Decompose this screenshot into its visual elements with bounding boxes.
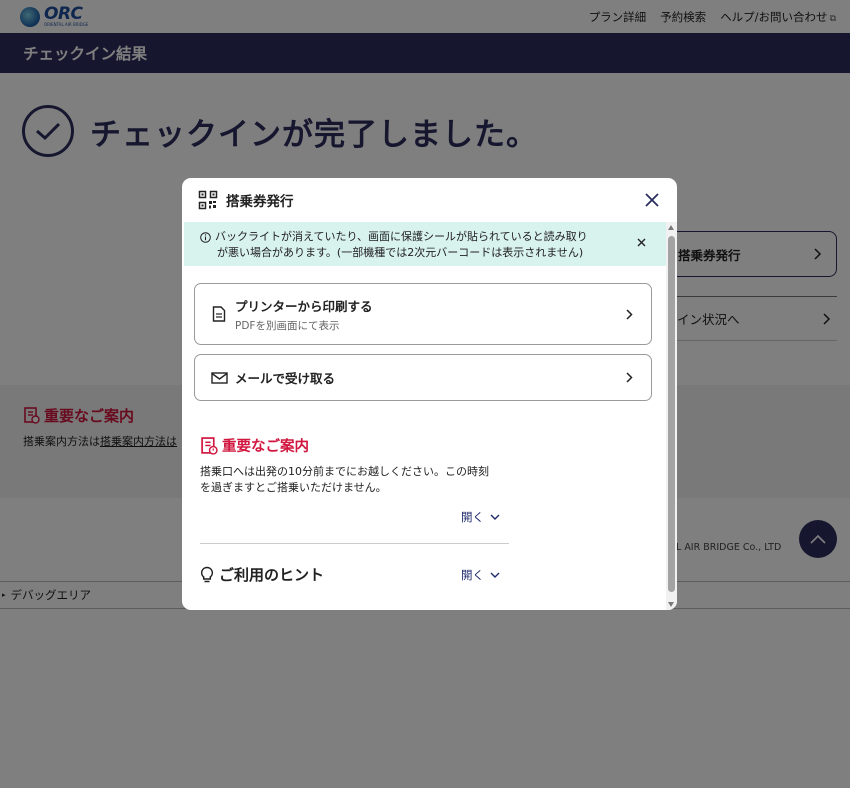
mail-icon	[209, 371, 229, 384]
modal-header: 搭乗券発行	[182, 178, 677, 222]
print-option-button[interactable]: プリンターから印刷する PDFを別画面にて表示	[194, 283, 652, 345]
email-option-label: メールで受け取る	[235, 371, 336, 386]
scroll-down-arrow-icon[interactable]	[668, 602, 674, 607]
important-notice-title: 重要なご案内	[222, 439, 309, 455]
modal-title: 搭乗券発行	[226, 194, 294, 210]
important-expand-toggle[interactable]: 開く	[461, 509, 500, 525]
close-icon	[637, 238, 645, 246]
scrollbar-thumb[interactable]	[668, 236, 675, 592]
usage-hints-title: ご利用のヒント	[219, 566, 325, 584]
modal-close-button[interactable]	[641, 189, 663, 211]
lightbulb-icon	[200, 566, 214, 582]
email-option-button[interactable]: メールで受け取る	[194, 354, 652, 401]
section-divider	[200, 543, 509, 544]
chevron-right-icon	[626, 308, 633, 320]
scroll-up-arrow-icon[interactable]	[668, 225, 674, 230]
print-option-label: プリンターから印刷する	[235, 298, 373, 314]
notice-text-line-1: バックライトが消えていたり、画面に保護シールが貼られていると読み取り	[215, 230, 588, 243]
chevron-down-icon	[490, 572, 500, 578]
close-icon	[645, 193, 659, 207]
print-option-subtext: PDFを別画面にて表示	[235, 319, 340, 332]
modal-scrollbar[interactable]	[666, 222, 677, 610]
important-notice: 重要なご案内 搭乗口へは出発の10分前までにお越しください。この時刻 を過ぎます…	[200, 435, 510, 496]
info-icon	[200, 232, 211, 243]
document-icon	[209, 306, 229, 322]
hints-expand-toggle[interactable]: 開く	[461, 567, 500, 583]
notice-close-button[interactable]	[634, 235, 648, 249]
chevron-right-icon	[626, 372, 633, 383]
important-notice-line-1: 搭乗口へは出発の10分前までにお越しください。この時刻	[200, 465, 489, 478]
notice-banner: バックライトが消えていたり、画面に保護シールが貼られていると読み取り が悪い場合…	[184, 222, 666, 266]
qr-code-icon	[198, 190, 218, 210]
usage-hints: ご利用のヒント	[200, 564, 324, 585]
important-notice-line-2: を過ぎますとご搭乗いただけません。	[200, 481, 387, 494]
notice-text-line-2: が悪い場合があります。(一部機種では2次元バーコードは表示されません)	[217, 246, 584, 259]
chevron-down-icon	[490, 514, 500, 520]
notice-document-icon	[201, 436, 218, 455]
modal-body: バックライトが消えていたり、画面に保護シールが貼られていると読み取り が悪い場合…	[182, 222, 666, 610]
boarding-pass-modal: 搭乗券発行 バックライトが消えていたり、画面に保護シールが貼られていると読み取り…	[182, 178, 677, 610]
